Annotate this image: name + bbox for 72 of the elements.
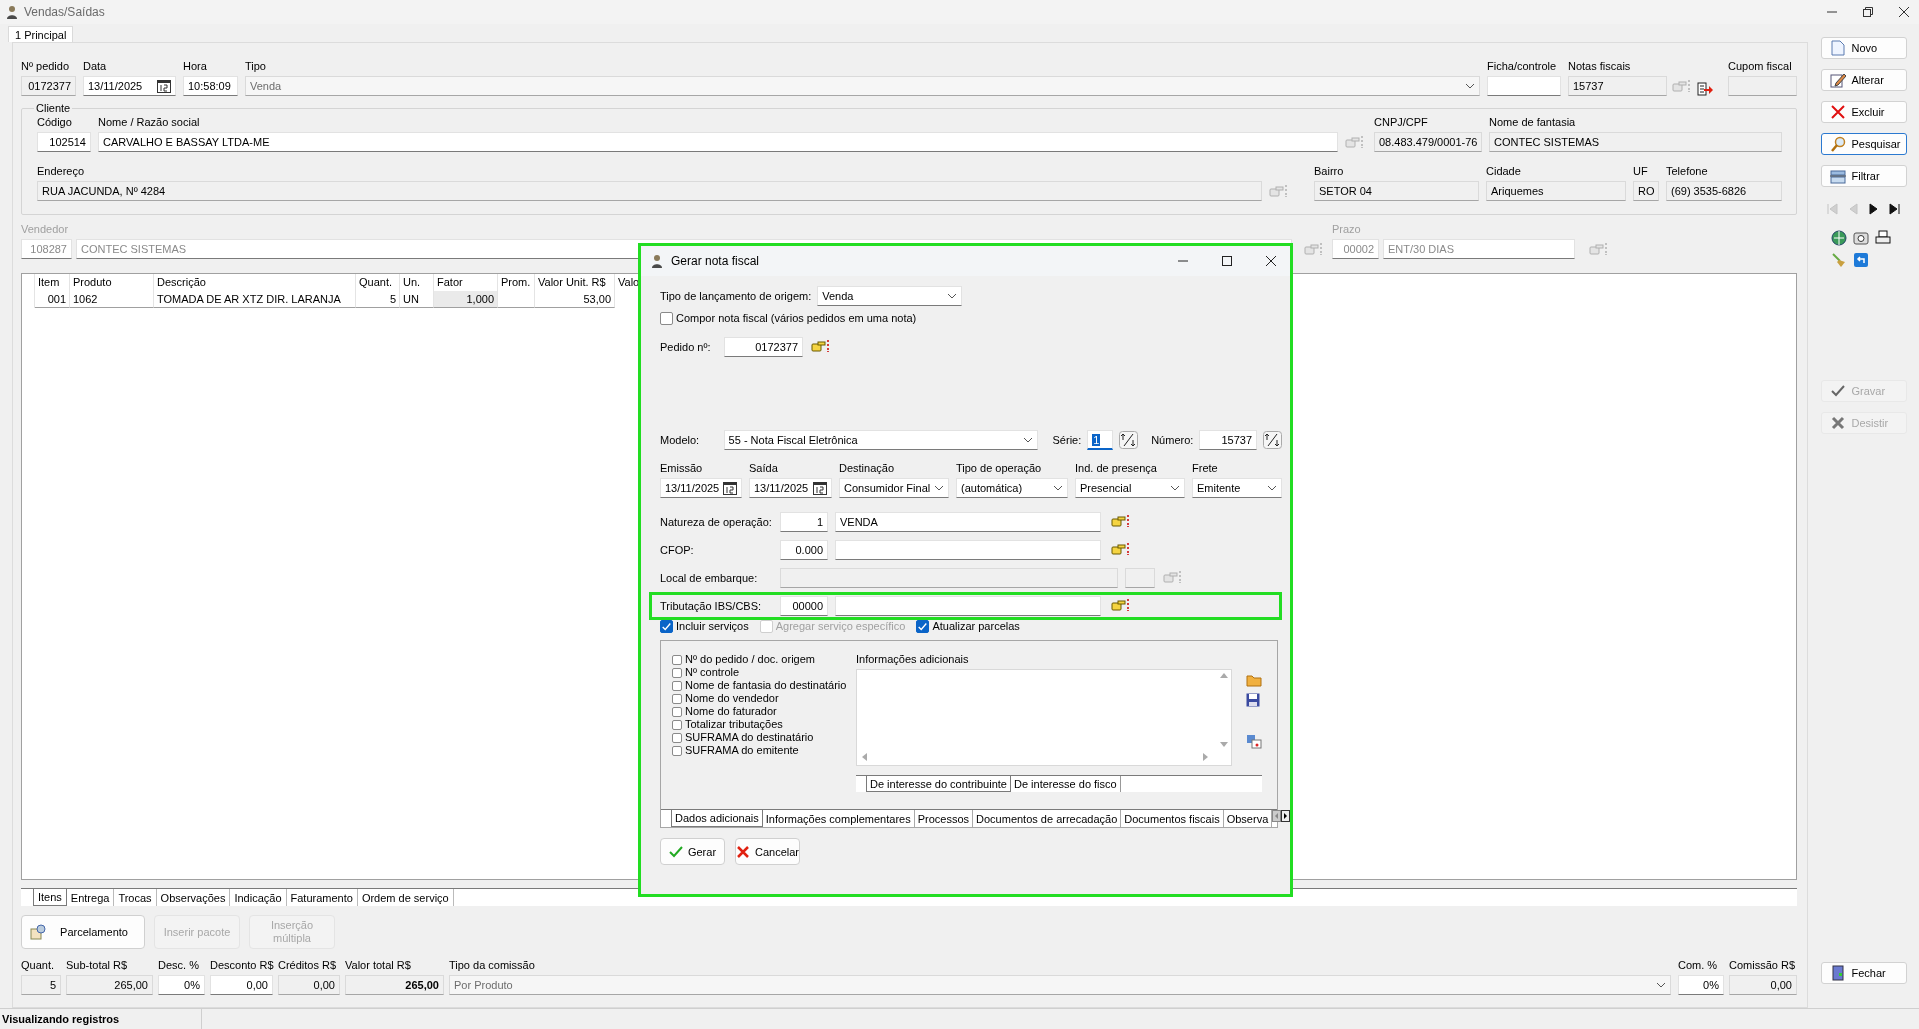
- checkbox-label: Totalizar tributações: [685, 718, 783, 731]
- column-header: Valor Unit. R$: [535, 274, 615, 291]
- checkbox-label: Nome do vendedor: [685, 692, 779, 705]
- field-label: Local de embarque:: [660, 571, 759, 585]
- table-cell: 53,00: [535, 291, 615, 308]
- field-label: Número:: [1151, 433, 1194, 447]
- field-label: Créditos R$: [278, 959, 338, 972]
- field-label: Código: [37, 116, 73, 129]
- field-label: Ind. de presença: [1075, 462, 1158, 475]
- checkbox-label: Nome do faturador: [685, 705, 777, 718]
- table-cell: 001: [35, 291, 70, 308]
- dialog-title: Gerar nota fiscal: [671, 254, 760, 268]
- field-label: Nº pedido: [21, 60, 71, 73]
- checkbox-label: Nº controle: [685, 666, 740, 679]
- field-label: Desconto R$: [210, 959, 273, 972]
- field-label: Ficha/controle: [1487, 60, 1558, 73]
- field-label: Bairro: [1314, 165, 1345, 178]
- window-title: Vendas/Saídas: [24, 5, 105, 19]
- field-label: Hora: [183, 60, 208, 73]
- field-label: Saída: [749, 462, 779, 475]
- field-label: Cidade: [1486, 165, 1522, 178]
- field-label: CNPJ/CPF: [1374, 116, 1429, 129]
- status-text: Visualizando registros: [2, 1009, 202, 1029]
- table-cell: 1,000: [434, 291, 498, 308]
- checkbox-label: Incluir serviços: [676, 620, 749, 633]
- field-label: Endereço: [37, 165, 86, 178]
- field-label: Nome de fantasia: [1489, 116, 1577, 129]
- field-label: Série:: [1052, 433, 1082, 447]
- field-label: Desc. %: [158, 959, 200, 972]
- field-label: Telefone: [1666, 165, 1709, 178]
- column-header: Descrição: [154, 274, 356, 291]
- field-label: Tributação IBS/CBS:: [660, 599, 763, 613]
- field-label: Comissão R$: [1729, 959, 1797, 972]
- checkbox-label: Nº do pedido / doc. origem: [685, 653, 815, 666]
- column-header: Un.: [400, 274, 434, 291]
- field-label: Modelo:: [660, 433, 701, 447]
- field-label: Informações adicionais: [856, 653, 970, 666]
- field-label: Cupom fiscal: [1728, 60, 1793, 73]
- field-label: CFOP:: [660, 543, 695, 557]
- checkbox-label: Atualizar parcelas: [932, 620, 1020, 633]
- field-label: Tipo da comissão: [449, 959, 536, 972]
- field-label: Emissão: [660, 462, 704, 475]
- field-label: Com. %: [1678, 959, 1719, 972]
- column-header: Quant.: [356, 274, 400, 291]
- field-label: Natureza de operação:: [660, 515, 773, 529]
- group-title: Cliente: [35, 102, 72, 114]
- field-label: Valor total R$: [345, 959, 412, 972]
- column-header: Produto: [70, 274, 154, 291]
- field-label: Sub-total R$: [66, 959, 129, 972]
- field-label: Tipo de operação: [956, 462, 1043, 475]
- column-header: Prom.: [498, 274, 535, 291]
- checkbox-label: Nome de fantasia do destinatário: [685, 679, 847, 692]
- field-label: Quant.: [21, 959, 56, 972]
- field-label: Frete: [1192, 462, 1219, 475]
- field-label: Vendedor: [21, 223, 70, 236]
- field-label: Pedido nº:: [660, 340, 712, 354]
- table-cell: TOMADA DE AR XTZ DIR. LARANJA: [154, 291, 356, 308]
- column-header: Item: [35, 274, 70, 291]
- table-cell: 5: [356, 291, 400, 308]
- field-label: Prazo: [1332, 223, 1362, 236]
- field-label: Tipo de lançamento de origem:: [660, 289, 812, 303]
- field-label: UF: [1633, 165, 1649, 178]
- field-label: Data: [83, 60, 108, 73]
- checkbox-label: SUFRAMA do emitente: [685, 744, 799, 757]
- field-label: Tipo: [245, 60, 267, 73]
- checkbox-label: SUFRAMA do destinatário: [685, 731, 814, 744]
- table-cell: 1062: [70, 291, 154, 308]
- checkbox-label: Agregar serviço específico: [775, 620, 906, 633]
- field-label: Notas fiscais: [1568, 60, 1632, 73]
- field-label: Destinação: [839, 462, 896, 475]
- checkbox-label: Compor nota fiscal (vários pedidos em uma nota): [676, 312, 917, 325]
- field-label: Nome / Razão social: [98, 116, 201, 129]
